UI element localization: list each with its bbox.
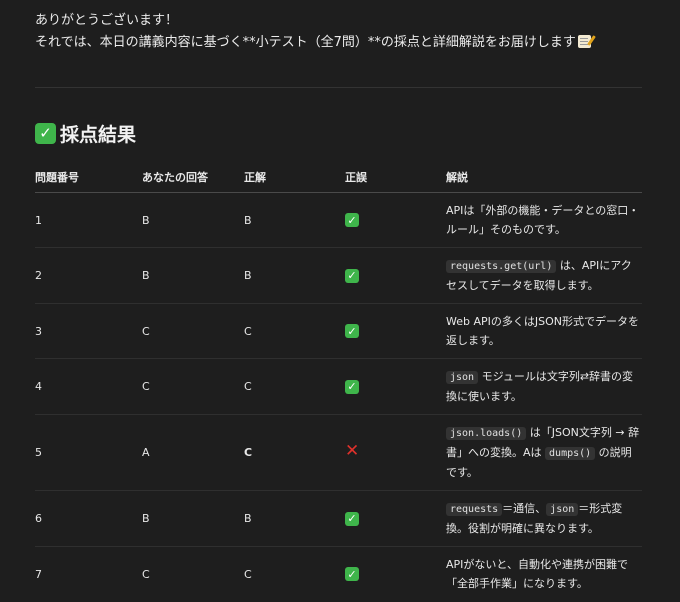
- check-mark-button-icon: ✓: [345, 511, 359, 526]
- inline-code: json: [546, 503, 579, 516]
- explanation-text: Web APIの多くはJSON形式でデータを返します。: [446, 315, 639, 347]
- check-mark-button-icon: ✓: [35, 123, 56, 144]
- cell-result: ✓: [345, 490, 446, 547]
- header-explanation: 解説: [446, 162, 642, 193]
- table-row: 5 A C ✕ json.loads() は「JSON文字列 → 辞書」への変換。Aは …: [35, 414, 642, 491]
- cell-explanation: json モジュールは文字列⇄辞書の変換に使います。: [446, 358, 642, 415]
- cell-correct-answer: B: [244, 192, 345, 248]
- header-result: 正誤: [345, 162, 446, 193]
- header-correct-answer: 正解: [244, 162, 345, 193]
- cell-question-number: 2: [35, 247, 142, 304]
- explanation-text: ＝通信、: [502, 502, 547, 515]
- cell-result: ✓: [345, 303, 446, 359]
- table-row: 6 B B ✓ requests ＝通信、 json ＝形式変換。役割が明確に異なります。: [35, 490, 642, 547]
- table-row: 7 C C ✓ APIがないと、自動化や連携が困難で「全部手作業」になります。: [35, 547, 642, 602]
- header-your-answer: あなたの回答: [142, 162, 244, 193]
- section-title: 採点結果: [60, 124, 137, 146]
- cell-result: ✓: [345, 358, 446, 415]
- memo-icon: [577, 35, 591, 48]
- cell-correct-answer: C: [244, 567, 252, 581]
- table-row: 2 B B ✓ requests.get(url) は、APIにアクセスしてデータを取得…: [35, 247, 642, 304]
- intro-line-1: ありがとうございます！: [35, 13, 179, 28]
- cell-correct-answer: B: [244, 490, 345, 547]
- chat-message: ありがとうございます！ それでは、本日の講義内容に基づく**小テスト（全7問）*…: [35, 10, 642, 590]
- cell-question-number: 3: [35, 303, 142, 359]
- header-question-number: 問題番号: [35, 162, 142, 193]
- explanation-text: APIは「外部の機能・データとの窓口・ルール」そのものです。: [446, 204, 640, 236]
- grading-table: 問題番号 あなたの回答 正解 正誤 解説 1 B B ✓ APIは「外部の機能・データと…: [35, 162, 642, 602]
- check-mark-button-icon: ✓: [345, 324, 359, 338]
- check-mark-button-icon: ✓: [345, 268, 359, 283]
- check-mark-button-icon: ✓: [345, 213, 359, 227]
- cross-mark-icon: ✕: [345, 441, 360, 461]
- cell-your-answer: B: [142, 247, 244, 304]
- inline-code: json.loads(): [446, 427, 527, 440]
- cell-question-number: 6: [35, 490, 142, 547]
- table-row: 1 B B ✓ APIは「外部の機能・データとの窓口・ルール」そのものです。: [35, 192, 642, 248]
- cell-question-number: 1: [35, 192, 142, 248]
- cell-correct-answer: C: [244, 303, 345, 359]
- explanation-text: APIがないと、自動化や連携が困難で「全部手作業」になります。: [446, 558, 628, 591]
- cell-your-answer: B: [142, 490, 244, 547]
- cell-your-answer: A: [142, 414, 244, 491]
- cell-explanation: APIは「外部の機能・データとの窓口・ルール」そのものです。: [446, 192, 642, 248]
- horizontal-divider: [35, 87, 642, 88]
- cell-question-number: 4: [35, 358, 142, 415]
- table-row: 3 C C ✓ Web APIの多くはJSON形式でデータを返します。: [35, 303, 642, 359]
- cell-question-number: 5: [35, 414, 142, 491]
- cell-result: ✓: [345, 547, 446, 602]
- cell-correct-answer: B: [244, 247, 345, 304]
- table-header-row: 問題番号 あなたの回答 正解 正誤 解説: [35, 162, 642, 193]
- inline-code: dumps(): [545, 447, 596, 460]
- table-row: 4 C C ✓ json モジュールは文字列⇄辞書の変換に使います。: [35, 358, 642, 415]
- inline-code: json: [446, 371, 479, 384]
- cell-explanation: requests.get(url) は、APIにアクセスしてデータを取得します。: [446, 247, 642, 304]
- cell-result: ✕: [345, 414, 446, 491]
- inline-code: requests: [446, 503, 503, 516]
- check-mark-button-icon: ✓: [345, 379, 359, 394]
- intro-line-2-text: それでは、本日の講義内容に基づく**小テスト（全7問）**の採点と詳細解説をお届…: [35, 35, 576, 50]
- cell-explanation: Web APIの多くはJSON形式でデータを返します。: [446, 303, 642, 359]
- cell-your-answer: C: [142, 358, 244, 415]
- cell-correct-answer: C: [244, 358, 345, 415]
- section-heading: ✓ 採点結果: [35, 120, 136, 147]
- cell-your-answer: C: [142, 303, 244, 359]
- cell-question-number: 7: [35, 567, 42, 581]
- intro-line-2: それでは、本日の講義内容に基づく**小テスト（全7問）**の採点と詳細解説をお届…: [35, 32, 642, 54]
- cell-explanation: APIがないと、自動化や連携が困難で「全部手作業」になります。: [446, 547, 642, 602]
- cell-correct-answer: C: [244, 414, 345, 491]
- cell-result: ✓: [345, 247, 446, 304]
- intro-text: ありがとうございます！ それでは、本日の講義内容に基づく**小テスト（全7問）*…: [35, 10, 642, 54]
- cell-result: ✓: [345, 192, 446, 248]
- cell-explanation: json.loads() は「JSON文字列 → 辞書」への変換。Aは dump…: [446, 414, 642, 491]
- cell-your-answer: B: [142, 192, 244, 248]
- cell-explanation: requests ＝通信、 json ＝形式変換。役割が明確に異なります。: [446, 490, 642, 547]
- inline-code: requests.get(url): [446, 260, 557, 273]
- cell-your-answer: C: [142, 567, 150, 581]
- check-mark-button-icon: ✓: [345, 567, 359, 582]
